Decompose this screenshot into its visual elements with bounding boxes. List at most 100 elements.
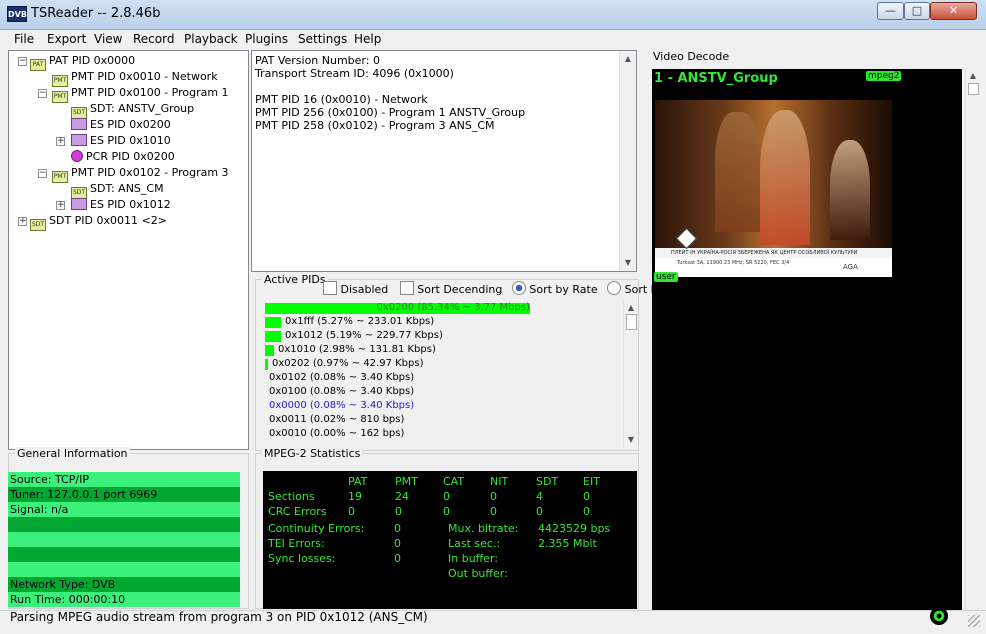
sort-descending-checkbox[interactable] [399, 281, 414, 295]
pid-rate-label: 0x0100 (0.08% ~ 3.40 Kbps) [269, 386, 415, 397]
pid-rate-label: 0x0010 (0.00% ~ 162 bps) [269, 428, 405, 439]
disabled-checkbox[interactable] [323, 281, 337, 295]
info-line: PMT PID 256 (0x0100) - Program 1 ANSTV_G… [255, 106, 526, 119]
scroll-up-icon[interactable]: ▲ [966, 69, 980, 83]
status-bar: Parsing MPEG audio stream from program 3… [0, 607, 986, 634]
tree-item-sdt-anscm[interactable]: SDT SDT: ANS_CM [71, 181, 164, 199]
signal-status-icon [930, 607, 948, 625]
caption-strip: Turksat 3A, 11900 23 MHz; SR 5220, FEC 3… [655, 258, 892, 277]
general-info-row: Source: TCP/IP [8, 472, 240, 487]
active-pids-title: Active PIDs [262, 273, 328, 286]
video-scrollbar[interactable]: ▲ [965, 69, 979, 610]
close-button[interactable]: ✕ [930, 2, 977, 20]
info-line: Transport Stream ID: 4096 (0x1000) [255, 67, 454, 80]
crc-value: 0 [536, 505, 543, 518]
sync-losses-value: 0 [394, 552, 401, 565]
expand-icon[interactable]: + [56, 201, 65, 210]
sections-label: Sections [268, 490, 315, 503]
sort-by-pid-radio[interactable] [607, 281, 622, 295]
sdt-icon: SDT [30, 219, 46, 231]
pmt-icon: PMT [52, 171, 68, 183]
pcr-icon [71, 150, 83, 162]
tree-item-es-1010[interactable]: ES PID 0x1010 [71, 133, 171, 149]
sections-value: 0 [490, 490, 497, 503]
collapse-icon[interactable]: − [38, 169, 47, 178]
continuity-errors-label: Continuity Errors: [268, 522, 365, 535]
in-buffer-label: In buffer: [448, 552, 499, 565]
last-sec-label: Last sec.: [448, 537, 501, 550]
pid-rate-label: 0x1fff (5.27% ~ 233.01 Kbps) [285, 316, 435, 327]
es-icon [71, 134, 87, 146]
scroll-down-icon[interactable]: ▼ [620, 255, 636, 271]
pid-rate-bar [265, 345, 274, 356]
menu-plugins[interactable]: Plugins [245, 32, 288, 46]
pid-rate-label: 0x0000 (0.08% ~ 3.40 Kbps) [269, 400, 415, 411]
tree-item-pcr-0200[interactable]: PCR PID 0x0200 [71, 149, 175, 165]
window-title: TSReader -- 2.8.46b [31, 6, 161, 21]
scroll-thumb[interactable] [626, 314, 637, 330]
pid-rate-label: 0x0011 (0.02% ~ 810 bps) [269, 414, 405, 425]
info-line: PMT PID 16 (0x0010) - Network [255, 93, 428, 106]
sync-losses-label: Sync losses: [268, 552, 336, 565]
channel-name: 1 - ANSTV_Group [654, 71, 778, 86]
last-sec-value: 2.355 Mbit [538, 537, 597, 550]
resize-grip-icon[interactable] [968, 615, 980, 627]
expand-icon[interactable]: + [18, 217, 27, 226]
maximize-button[interactable]: □ [904, 2, 930, 20]
scroll-thumb[interactable] [968, 83, 979, 95]
menu-bar: File Export View Record Playback Plugins… [0, 30, 986, 49]
disabled-label: Disabled [340, 283, 389, 296]
crc-value: 0 [443, 505, 450, 518]
sections-value: 24 [395, 490, 409, 503]
menu-settings[interactable]: Settings [298, 32, 347, 46]
app-icon: DVB [7, 6, 27, 22]
tree-item-pmt-program3[interactable]: PMT PMT PID 0x0102 - Program 3 [52, 165, 229, 183]
expand-icon[interactable]: + [56, 137, 65, 146]
pid-info-pane[interactable]: PAT Version Number: 0 Transport Stream I… [251, 50, 637, 272]
user-badge: user [654, 272, 678, 282]
scroll-down-icon[interactable]: ▼ [624, 432, 638, 448]
tree-item-pat[interactable]: PAT PAT PID 0x0000 [30, 53, 135, 71]
crc-value: 0 [348, 505, 355, 518]
pid-tree[interactable]: − PAT PAT PID 0x0000 PMT PMT PID 0x0010 - … [8, 50, 249, 450]
collapse-icon[interactable]: − [18, 57, 27, 66]
pid-list-scrollbar[interactable]: ▲ ▼ [623, 300, 638, 448]
sort-by-rate-radio[interactable] [511, 281, 526, 295]
sections-value: 4 [536, 490, 543, 503]
scroll-up-icon[interactable]: ▲ [620, 51, 636, 67]
pid-rate-label: 0x1010 (2.98% ~ 131.81 Kbps) [278, 344, 436, 355]
minimize-button[interactable]: — [877, 2, 904, 20]
menu-view[interactable]: View [94, 32, 122, 46]
continuity-errors-value: 0 [394, 522, 401, 535]
tree-item-es-1012[interactable]: ES PID 0x1012 [71, 197, 171, 213]
tree-item-pmt-program1[interactable]: PMT PMT PID 0x0100 - Program 1 [52, 85, 229, 103]
general-info-row [8, 532, 240, 547]
general-info-row [8, 517, 240, 532]
info-line: PAT Version Number: 0 [255, 54, 380, 67]
tree-item-sdt-0011[interactable]: SDT SDT PID 0x0011 <2> [30, 213, 167, 231]
pid-rate-label: 0x0202 (0.97% ~ 42.97 Kbps) [272, 358, 424, 369]
tree-item-pmt-network[interactable]: PMT PMT PID 0x0010 - Network [52, 69, 218, 87]
broadcaster-logo: AGA [843, 263, 858, 271]
title-bar: DVB TSReader -- 2.8.46b — □ ✕ [0, 0, 986, 30]
pmt-icon: PMT [52, 91, 68, 103]
crc-value: 0 [490, 505, 497, 518]
pid-rate-bar [265, 317, 281, 328]
menu-export[interactable]: Export [47, 32, 86, 46]
menu-playback[interactable]: Playback [184, 32, 238, 46]
header-cat: CAT [443, 475, 465, 488]
tree-item-es-0200[interactable]: ES PID 0x0200 [71, 117, 171, 133]
crc-value: 0 [395, 505, 402, 518]
collapse-icon[interactable]: − [38, 89, 47, 98]
pid-rate-label: 0x1012 (5.19% ~ 229.77 Kbps) [285, 330, 443, 341]
menu-help[interactable]: Help [354, 32, 381, 46]
tree-item-sdt-anstv[interactable]: SDT SDT: ANSTV_Group [71, 101, 194, 119]
menu-record[interactable]: Record [133, 32, 174, 46]
menu-file[interactable]: File [14, 32, 34, 46]
info-scrollbar[interactable]: ▲ ▼ [619, 51, 636, 271]
tei-errors-value: 0 [394, 537, 401, 550]
pid-rate-bar [265, 359, 268, 370]
general-info-row: Network Type: DVB [8, 577, 240, 592]
video-decode-panel: 1 - ANSTV_Group mpeg2 ПЛЕЙТ-ІН УКРАЇНА-Р… [652, 69, 962, 610]
pid-rate-list[interactable]: 0x0200 (85.34% ~ 3.77 Mbps) 0x1fff (5.27%… [256, 300, 626, 450]
